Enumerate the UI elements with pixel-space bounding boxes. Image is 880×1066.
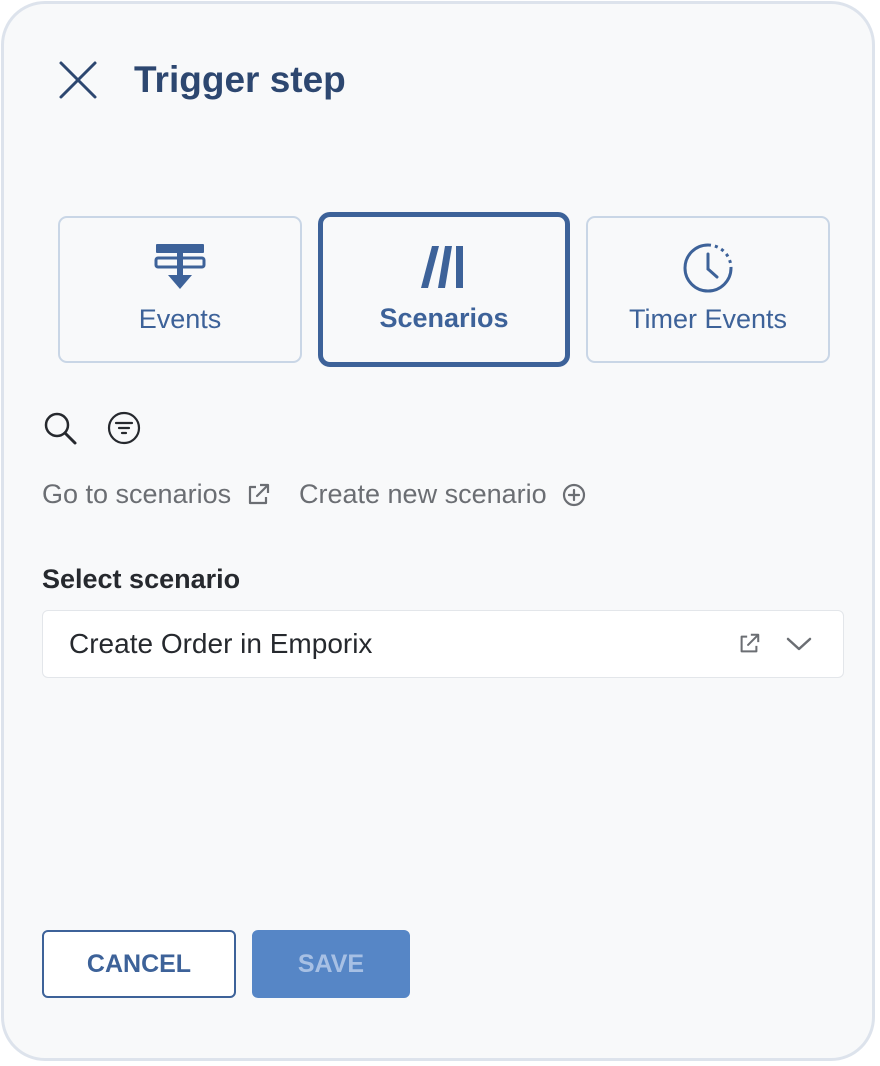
- tab-timer-events[interactable]: Timer Events: [586, 216, 830, 363]
- clock-icon: [683, 243, 733, 293]
- close-button[interactable]: [58, 60, 98, 100]
- go-to-scenarios-link[interactable]: Go to scenarios: [42, 479, 271, 510]
- plus-circle-icon: [562, 483, 585, 506]
- events-icon: [154, 244, 206, 289]
- cancel-button[interactable]: CANCEL: [42, 930, 236, 998]
- chevron-down-icon[interactable]: [785, 633, 813, 655]
- close-icon: [59, 61, 97, 99]
- select-scenario-value: Create Order in Emporix: [69, 628, 373, 659]
- external-link-icon: [248, 483, 270, 504]
- scenarios-icon: [421, 246, 463, 288]
- tab-timer-events-label: Timer Events: [628, 304, 788, 334]
- save-button[interactable]: SAVE: [252, 930, 410, 998]
- select-scenario-label: Select scenario: [42, 564, 241, 594]
- create-new-scenario-link[interactable]: Create new scenario: [299, 479, 587, 510]
- go-to-scenarios-label: Go to scenarios: [42, 479, 232, 509]
- tab-scenarios-label: Scenarios: [379, 303, 509, 333]
- tab-scenarios[interactable]: Scenarios: [318, 212, 570, 367]
- trigger-step-dialog: Trigger step Events Scenarios Timer Even…: [1, 1, 875, 1061]
- select-scenario-dropdown[interactable]: Create Order in Emporix: [42, 610, 844, 678]
- filter-icon[interactable]: [106, 410, 142, 446]
- search-icon[interactable]: [42, 410, 80, 448]
- create-new-scenario-label: Create new scenario: [299, 479, 547, 509]
- tab-events-label: Events: [138, 304, 222, 334]
- tab-events[interactable]: Events: [58, 216, 302, 363]
- dialog-title: Trigger step: [134, 59, 346, 100]
- external-link-icon[interactable]: [737, 632, 761, 656]
